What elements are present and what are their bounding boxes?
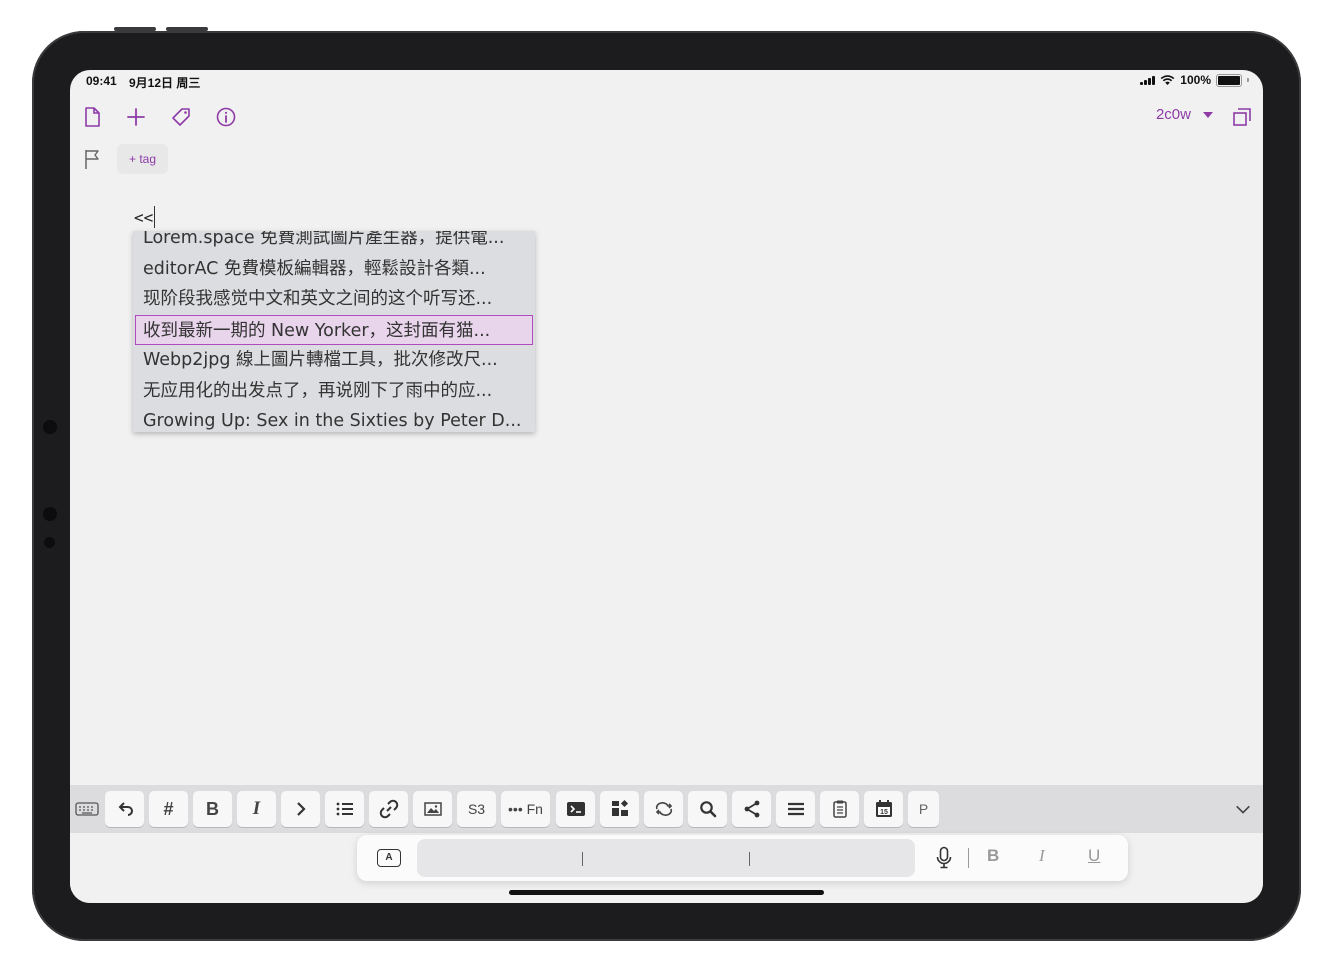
status-right: 100% bbox=[1140, 73, 1249, 87]
keyboard-toolbar: # B I S3 ••• Fn 15 P bbox=[70, 785, 1263, 833]
volume-down-button bbox=[166, 27, 208, 31]
quote-button[interactable] bbox=[281, 791, 320, 827]
autocomplete-item-selected[interactable]: 收到最新一期的 New Yorker，这封面有猫... bbox=[135, 315, 533, 345]
text-cursor bbox=[154, 206, 156, 228]
image-icon bbox=[423, 802, 442, 816]
terminal-icon bbox=[566, 802, 585, 816]
svg-text:15: 15 bbox=[880, 809, 888, 816]
format-italic-button[interactable]: I bbox=[1039, 846, 1045, 866]
status-time: 09:41 bbox=[86, 74, 117, 88]
chevron-right-icon bbox=[296, 802, 306, 816]
p-button[interactable]: P bbox=[908, 791, 939, 827]
new-document-icon[interactable] bbox=[79, 104, 105, 130]
divider bbox=[968, 848, 969, 868]
italic-button[interactable]: I bbox=[237, 791, 276, 827]
menu-icon bbox=[787, 802, 804, 816]
terminal-button[interactable] bbox=[556, 791, 595, 827]
format-underline-button[interactable]: U bbox=[1088, 846, 1100, 866]
keyboard-icon[interactable] bbox=[74, 791, 100, 827]
fn-button[interactable]: ••• Fn bbox=[501, 791, 550, 827]
sensor-dot-small bbox=[44, 537, 55, 548]
sensor-dot bbox=[43, 507, 57, 521]
camera-dot bbox=[43, 420, 57, 434]
tag-icon[interactable] bbox=[168, 104, 194, 130]
external-window-icon[interactable] bbox=[1229, 104, 1255, 130]
autocomplete-popup: Lorem.space 免費測試圖片產生器，提供電... editorAC 免費… bbox=[133, 231, 535, 432]
calendar-button[interactable]: 15 bbox=[864, 791, 903, 827]
tag-row: + tag bbox=[70, 144, 1263, 174]
undo-button[interactable] bbox=[105, 791, 144, 827]
status-bar: 09:41 9月12日 周三 100% bbox=[70, 70, 1263, 94]
widgets-icon bbox=[611, 799, 628, 816]
home-indicator[interactable] bbox=[509, 890, 824, 895]
clipboard-icon bbox=[832, 800, 847, 818]
autocomplete-item[interactable]: Webp2jpg 線上圖片轉檔工具，批次修改尺... bbox=[133, 345, 535, 375]
link-button[interactable] bbox=[369, 791, 408, 827]
info-icon[interactable] bbox=[213, 104, 239, 130]
status-date: 9月12日 周三 bbox=[129, 76, 201, 90]
share-button[interactable] bbox=[732, 791, 771, 827]
clipboard-button[interactable] bbox=[820, 791, 859, 827]
editor-content[interactable]: << bbox=[134, 206, 156, 228]
chevron-down-icon bbox=[1203, 111, 1213, 118]
battery-icon bbox=[1216, 73, 1242, 87]
add-tag-button[interactable]: + tag bbox=[117, 144, 169, 174]
autocomplete-item[interactable]: 无应用化的出发点了，再说刚下了雨中的应... bbox=[133, 376, 535, 406]
calendar-icon: 15 bbox=[875, 800, 892, 817]
wifi-icon bbox=[1160, 74, 1175, 85]
suggestion-separator bbox=[582, 852, 583, 866]
collapse-chevron-icon[interactable] bbox=[1230, 791, 1256, 827]
menu-button[interactable] bbox=[776, 791, 815, 827]
document-selector-label: 2c0w bbox=[1155, 106, 1191, 123]
list-icon bbox=[336, 802, 353, 816]
editor-text: << bbox=[134, 208, 154, 227]
floating-input-bar: A B I U bbox=[357, 835, 1128, 881]
input-area: A B I U bbox=[70, 833, 1263, 903]
hash-button[interactable]: # bbox=[149, 791, 188, 827]
undo-icon bbox=[118, 802, 133, 816]
top-toolbar: 2c0w bbox=[70, 102, 1263, 132]
autocomplete-item[interactable]: Growing Up: Sex in the Sixties by Peter … bbox=[133, 406, 535, 432]
cellular-signal-icon bbox=[1140, 75, 1156, 85]
format-bold-button[interactable]: B bbox=[987, 846, 999, 866]
sync-button[interactable] bbox=[644, 791, 683, 827]
s3-button[interactable]: S3 bbox=[457, 791, 496, 827]
volume-up-button bbox=[114, 27, 156, 31]
screen: 09:41 9月12日 周三 100% 2c0w + tag << Lorem.… bbox=[70, 70, 1263, 903]
suggestion-separator bbox=[749, 852, 750, 866]
sync-icon bbox=[655, 802, 672, 816]
image-button[interactable] bbox=[413, 791, 452, 827]
link-icon bbox=[379, 799, 398, 819]
plus-icon[interactable] bbox=[123, 104, 149, 130]
text-style-button[interactable]: A bbox=[377, 849, 401, 867]
battery-percent: 100% bbox=[1180, 73, 1211, 87]
flag-icon[interactable] bbox=[83, 148, 103, 170]
bold-button[interactable]: B bbox=[193, 791, 232, 827]
search-icon bbox=[699, 801, 716, 818]
widgets-button[interactable] bbox=[600, 791, 639, 827]
predictive-text-field[interactable] bbox=[417, 839, 915, 877]
share-icon bbox=[744, 800, 759, 818]
autocomplete-item[interactable]: Lorem.space 免費測試圖片產生器，提供電... bbox=[133, 231, 535, 253]
autocomplete-item[interactable]: 现阶段我感觉中文和英文之间的这个听写还... bbox=[133, 284, 535, 314]
microphone-icon[interactable] bbox=[935, 846, 953, 870]
battery-cap bbox=[1247, 78, 1249, 82]
document-selector[interactable]: 2c0w bbox=[1156, 106, 1213, 123]
autocomplete-item[interactable]: editorAC 免費模板編輯器，輕鬆設計各類... bbox=[133, 254, 535, 284]
list-button[interactable] bbox=[325, 791, 364, 827]
search-button[interactable] bbox=[688, 791, 727, 827]
